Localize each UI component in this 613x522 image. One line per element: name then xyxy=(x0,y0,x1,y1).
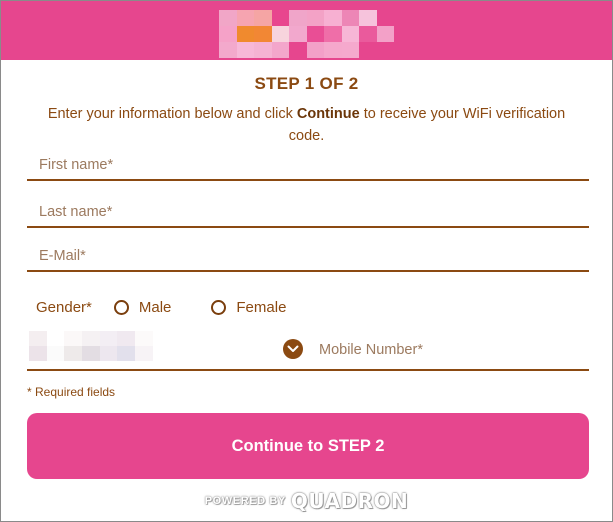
logo-pixel xyxy=(236,10,254,26)
logo-pixel xyxy=(376,26,394,42)
radio-male[interactable] xyxy=(113,299,129,315)
logo-pixel xyxy=(289,42,307,58)
gender-female-label: Female xyxy=(236,298,287,316)
powered-by-label: POWERED BY xyxy=(204,495,286,507)
radio-female[interactable] xyxy=(211,299,227,315)
quadron-logo: QUADRON xyxy=(290,489,409,513)
logo-pixel xyxy=(254,42,272,58)
email-field xyxy=(27,242,589,272)
last-name-input[interactable] xyxy=(27,198,589,226)
country-flag-pixel xyxy=(117,331,136,346)
logo-pixel xyxy=(271,10,289,26)
country-flag-pixel xyxy=(82,346,100,361)
gender-group: Gender* Male Female xyxy=(36,297,286,317)
country-flag-pixel xyxy=(99,331,118,346)
country-flag-pixel xyxy=(135,346,153,361)
country-flag-pixel xyxy=(46,346,65,361)
country-flag-pixel xyxy=(46,331,65,346)
first-name-field xyxy=(27,151,589,181)
header-bar xyxy=(1,1,612,60)
country-flag-pixel xyxy=(29,346,47,361)
logo-pixel xyxy=(236,42,254,58)
gender-male-option[interactable]: Male xyxy=(113,298,172,316)
gender-male-label: Male xyxy=(138,298,172,316)
instructions-text: Enter your information below and click C… xyxy=(31,103,582,147)
country-dropdown-button[interactable] xyxy=(283,339,303,359)
logo-pixel xyxy=(376,42,394,58)
logo-pixel xyxy=(219,10,237,26)
logo-pixel xyxy=(219,42,237,58)
logo-pixel xyxy=(324,10,342,26)
logo-pixel xyxy=(359,42,377,58)
chevron-down-icon xyxy=(287,345,299,352)
logo-pixel xyxy=(271,26,289,42)
logo-pixel xyxy=(254,10,272,26)
country-flag-pixel xyxy=(82,331,100,346)
mobile-number-input[interactable] xyxy=(309,337,587,363)
country-flag-pixel xyxy=(64,346,83,361)
instructions-text-part: Enter your information below and click xyxy=(47,106,297,122)
instructions-continue-emphasis: Continue xyxy=(296,106,360,122)
logo-pixel xyxy=(236,26,254,42)
logo-pixel xyxy=(341,10,359,26)
powered-by-footer: POWERED BY QUADRON xyxy=(1,488,612,514)
mobile-number-row xyxy=(27,329,589,371)
last-name-field xyxy=(27,198,589,228)
gender-female-option[interactable]: Female xyxy=(211,299,286,316)
pixelated-logo-icon xyxy=(219,10,394,58)
logo-pixel xyxy=(271,42,289,58)
country-flag-pixel xyxy=(135,331,153,346)
logo-pixel xyxy=(376,10,394,26)
first-name-input[interactable] xyxy=(27,151,589,179)
logo-pixel xyxy=(306,10,324,26)
country-flag-pixel xyxy=(29,331,47,346)
email-input[interactable] xyxy=(27,242,589,270)
gender-label: Gender* xyxy=(36,298,92,316)
logo-pixel xyxy=(324,26,342,42)
country-flag-pixel xyxy=(64,331,83,346)
logo-pixel xyxy=(219,26,237,42)
logo-pixel xyxy=(254,26,272,42)
country-code-selector[interactable] xyxy=(29,331,153,361)
country-flag-pixel xyxy=(117,346,136,361)
captive-portal-page: STEP 1 OF 2 Enter your information below… xyxy=(0,0,613,522)
logo-pixel xyxy=(324,42,342,58)
logo-pixel xyxy=(289,26,307,42)
logo-pixel xyxy=(341,26,359,42)
logo-pixel xyxy=(306,26,324,42)
required-fields-note: * Required fields xyxy=(27,385,116,399)
logo-pixel xyxy=(341,42,359,58)
logo-pixel xyxy=(359,26,377,42)
logo-pixel xyxy=(289,10,307,26)
logo-pixel xyxy=(306,42,324,58)
continue-button[interactable]: Continue to STEP 2 xyxy=(27,413,589,479)
step-title: STEP 1 OF 2 xyxy=(254,74,359,93)
country-flag-pixel xyxy=(99,346,118,361)
logo-pixel xyxy=(359,10,377,26)
